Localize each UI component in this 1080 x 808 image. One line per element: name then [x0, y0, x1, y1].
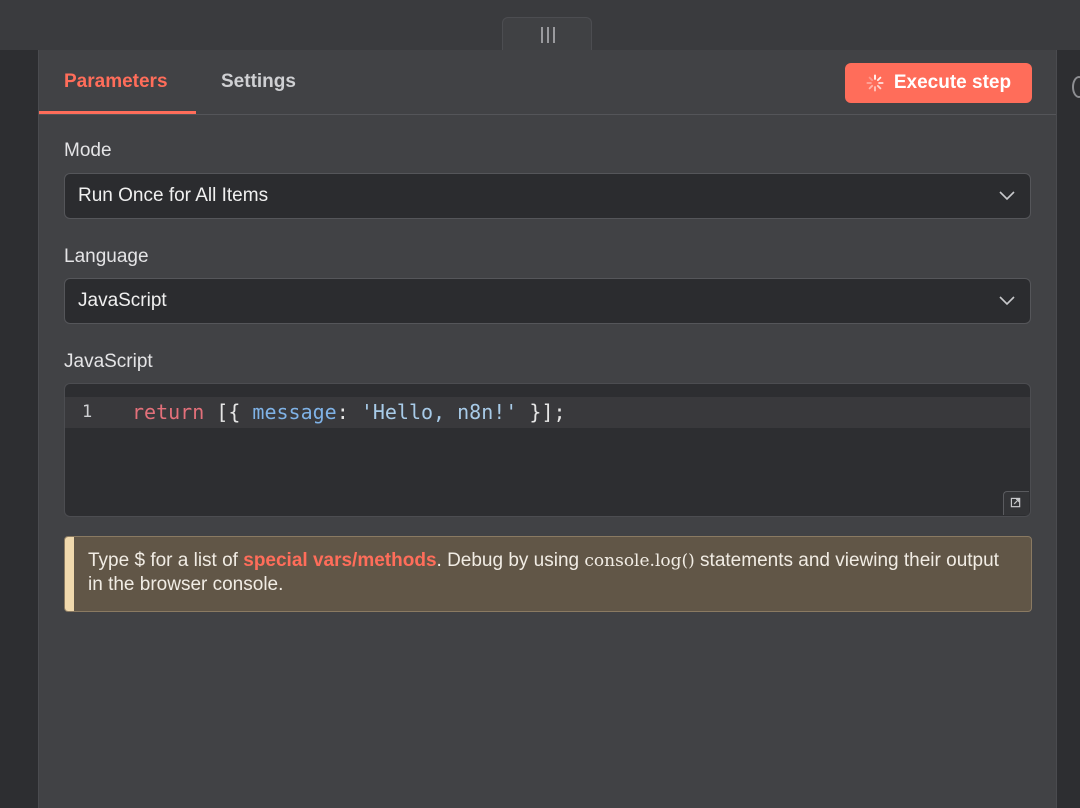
grip-line: [553, 27, 555, 43]
hint-notice: Type $ for a list of special vars/method…: [64, 536, 1032, 612]
execute-step-button[interactable]: Execute step: [845, 63, 1032, 103]
spinner-icon: [866, 74, 884, 92]
punct-token: [{: [204, 400, 253, 424]
mode-select[interactable]: Run Once for All Items: [64, 173, 1031, 219]
special-vars-link[interactable]: special vars/methods: [243, 550, 436, 571]
mode-value: Run Once for All Items: [78, 185, 269, 206]
code-label: JavaScript: [64, 351, 153, 372]
punct-token: :: [336, 400, 361, 424]
line-number: 1: [82, 402, 93, 422]
code-line[interactable]: return [{ message: 'Hello, n8n!' }];: [132, 397, 566, 428]
language-select[interactable]: JavaScript: [64, 278, 1031, 324]
execute-step-label: Execute step: [893, 72, 1012, 93]
notice-stripe: [65, 537, 74, 611]
notice-text-before: Type $ for a list of: [88, 550, 244, 571]
string-token: 'Hello, n8n!': [360, 400, 518, 424]
mode-label: Mode: [64, 140, 112, 161]
tab-bar: Parameters Settings Execute step: [39, 50, 1056, 115]
language-value: JavaScript: [78, 290, 167, 311]
tab-settings[interactable]: Settings: [221, 50, 296, 114]
chevron-down-icon: [999, 191, 1015, 201]
node-parameters-panel: Parameters Settings Execute step Mode Ru…: [38, 50, 1057, 808]
keyword-token: return: [132, 400, 205, 424]
expand-icon: [1010, 497, 1021, 508]
canvas-right: [1057, 50, 1080, 808]
panel-drag-handle[interactable]: [502, 17, 592, 51]
grip-line: [541, 27, 543, 43]
notice-text: Type $ for a list of special vars/method…: [88, 549, 1013, 597]
canvas-left: [0, 50, 38, 808]
active-tab-indicator: [39, 111, 196, 114]
expand-editor-button[interactable]: [1003, 491, 1029, 515]
console-log-code: console.log(): [584, 551, 695, 571]
tab-parameters[interactable]: Parameters: [64, 50, 168, 114]
punct-token: }];: [517, 400, 566, 424]
grip-line: [547, 27, 549, 43]
property-token: message: [252, 400, 337, 424]
code-editor[interactable]: 1 return [{ message: 'Hello, n8n!' }];: [64, 383, 1031, 517]
language-label: Language: [64, 246, 149, 267]
partial-icon: [1072, 76, 1080, 98]
chevron-down-icon: [999, 296, 1015, 306]
notice-text-mid: . Debug by using: [436, 550, 585, 571]
